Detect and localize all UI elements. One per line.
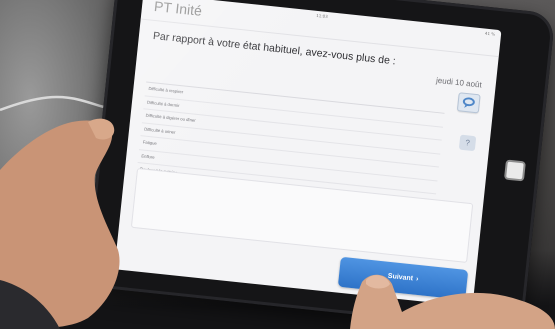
photo-scene: 11:03 41 % PT Inité Par rapport à votre … bbox=[0, 0, 555, 329]
hands bbox=[0, 118, 555, 329]
